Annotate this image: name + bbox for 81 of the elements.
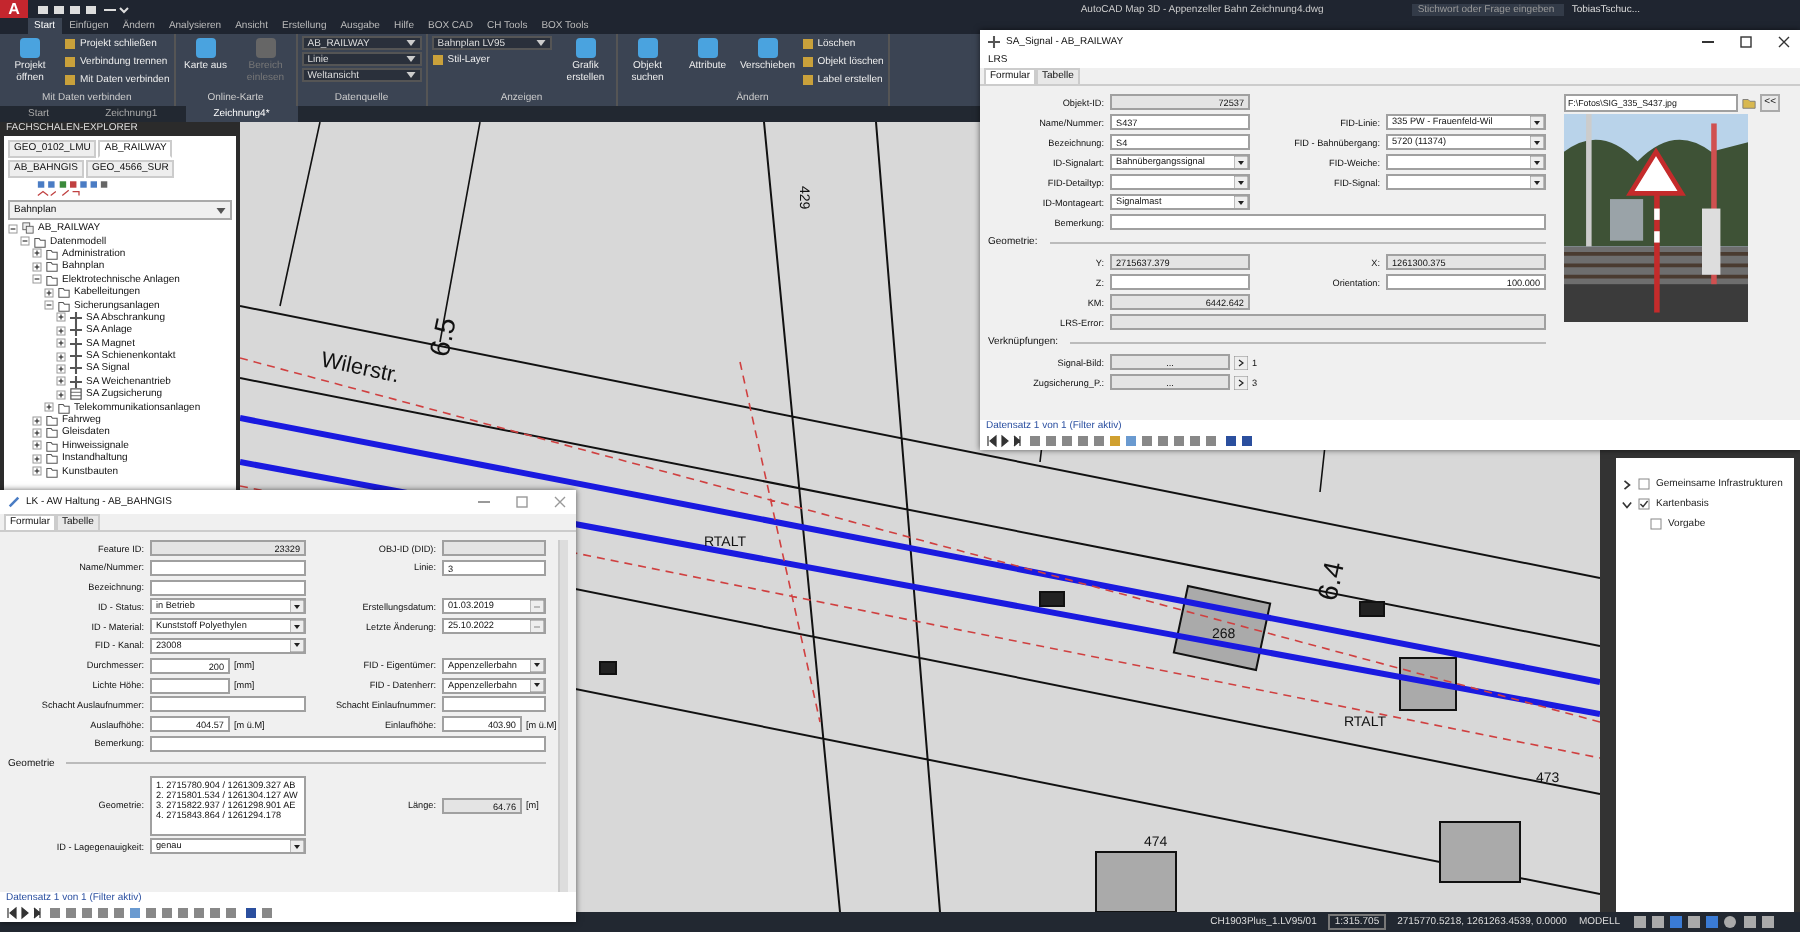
feature-class-icon <box>988 36 1000 48</box>
expander-icon[interactable] <box>56 351 66 362</box>
dropdown-arrow-icon <box>290 840 304 853</box>
expander-icon[interactable] <box>32 248 42 259</box>
dropdown-arrow-icon <box>530 659 544 672</box>
dropdown-arrow-icon <box>290 639 304 652</box>
dropdown-arrow-icon <box>1530 156 1544 168</box>
dropdown[interactable] <box>1110 174 1250 190</box>
signal-symbol <box>1039 591 1065 607</box>
dropdown-arrow-icon <box>1234 156 1248 168</box>
arrow-button-icon[interactable] <box>1234 375 1248 389</box>
dropdown[interactable] <box>1386 154 1546 170</box>
layers-icon <box>22 222 34 235</box>
expander-icon[interactable] <box>44 287 54 298</box>
building <box>1439 821 1521 883</box>
tool-icon <box>253 36 278 60</box>
text-field[interactable] <box>442 696 546 713</box>
dropdown-arrow-icon <box>1530 176 1544 188</box>
expander-icon[interactable] <box>44 402 54 413</box>
pipe-icon <box>8 496 20 508</box>
caret-icon <box>216 207 226 213</box>
checkbox[interactable] <box>1638 498 1650 510</box>
expander-icon[interactable] <box>56 312 66 323</box>
tool-icon <box>635 36 660 60</box>
expander-icon[interactable] <box>32 453 42 464</box>
app-logo[interactable]: A <box>0 0 28 18</box>
dropdown-arrow-icon <box>1234 196 1248 208</box>
text-field[interactable] <box>150 677 230 694</box>
calendar-button-icon <box>530 600 544 613</box>
text-field[interactable] <box>1110 214 1546 230</box>
dropdown-arrow-icon <box>1234 176 1248 188</box>
signal-symbol <box>1359 601 1385 617</box>
expander-icon[interactable] <box>20 236 30 247</box>
map-label: Wilerstr. <box>318 348 402 389</box>
expander-icon[interactable] <box>56 376 66 387</box>
expander-icon[interactable] <box>56 338 66 349</box>
text-field[interactable] <box>1110 314 1546 330</box>
caret-icon <box>535 40 546 46</box>
text-field[interactable] <box>150 579 306 596</box>
dropdown-arrow-icon <box>290 620 304 633</box>
building <box>1172 584 1272 672</box>
signal-symbol <box>599 661 617 675</box>
expander-icon[interactable] <box>32 427 42 438</box>
expander-icon[interactable] <box>44 300 54 311</box>
chevron-icon[interactable] <box>1622 479 1632 489</box>
text-field[interactable] <box>150 696 306 713</box>
expander-icon[interactable] <box>56 325 66 336</box>
checkbox[interactable] <box>1638 478 1650 490</box>
expander-icon[interactable] <box>32 466 42 477</box>
folder-icon[interactable] <box>1742 96 1757 110</box>
dropdown-arrow-icon <box>1530 136 1544 148</box>
table-icon <box>70 388 82 401</box>
tool-icon <box>755 36 780 60</box>
expander-icon[interactable] <box>8 223 18 234</box>
text-field[interactable] <box>150 735 546 752</box>
expander-icon[interactable] <box>32 440 42 451</box>
expander-icon[interactable] <box>32 261 42 272</box>
tool-icon <box>431 54 444 66</box>
expander-icon[interactable] <box>56 389 66 400</box>
expander-icon[interactable] <box>32 274 42 285</box>
tool-icon <box>18 36 42 60</box>
tool-icon <box>695 36 720 60</box>
arrow-button-icon[interactable] <box>1234 355 1248 369</box>
checkbox[interactable] <box>1650 518 1662 530</box>
dropdown-arrow-icon <box>1530 116 1544 128</box>
maximize-icon[interactable] <box>1738 34 1754 50</box>
scrollbar[interactable] <box>558 540 568 892</box>
text-field[interactable] <box>1110 274 1250 290</box>
chevron-icon[interactable] <box>1622 499 1632 509</box>
close-icon[interactable] <box>1776 34 1792 50</box>
expander-icon[interactable] <box>56 363 66 374</box>
text-field[interactable] <box>442 540 546 556</box>
dropdown-arrow-icon <box>530 679 544 692</box>
tool-icon <box>193 36 218 60</box>
text-field[interactable] <box>150 559 306 576</box>
dropdown-arrow-icon <box>290 600 304 613</box>
tool-icon <box>573 36 598 60</box>
calendar-button-icon <box>530 620 544 633</box>
dropdown[interactable] <box>1386 174 1546 190</box>
map-label: 6.4 <box>1310 558 1350 604</box>
expander-icon[interactable] <box>32 415 42 426</box>
